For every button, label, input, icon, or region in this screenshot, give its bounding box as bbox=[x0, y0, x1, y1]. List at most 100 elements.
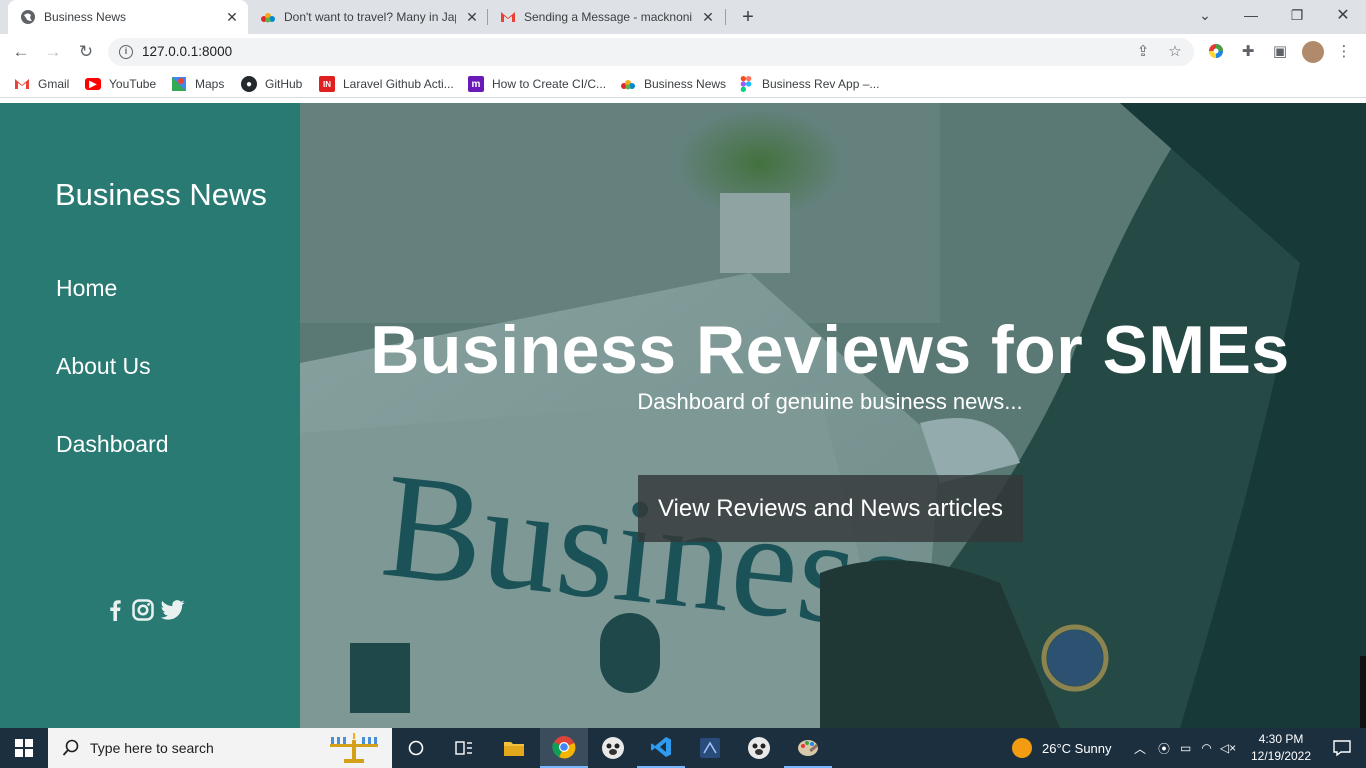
hero-title: Business Reviews for SMEs bbox=[370, 312, 1290, 388]
globe-icon bbox=[20, 9, 36, 25]
clock-date: 12/19/2022 bbox=[1250, 749, 1312, 763]
back-button[interactable]: ← bbox=[8, 39, 34, 65]
close-tab-icon[interactable]: ✕ bbox=[700, 9, 716, 25]
clock-time: 4:30 PM bbox=[1258, 732, 1304, 746]
tab-title: Sending a Message - macknonin bbox=[524, 10, 692, 24]
figma-icon bbox=[738, 76, 754, 92]
restore-button[interactable]: ❐ bbox=[1274, 0, 1320, 30]
instagram-icon[interactable] bbox=[130, 597, 156, 623]
site-info-icon[interactable]: i bbox=[119, 45, 133, 59]
hero-subtitle: Dashboard of genuine business news... bbox=[637, 389, 1023, 414]
battery-icon[interactable]: ▭ bbox=[1180, 741, 1191, 755]
terminal-app-icon[interactable] bbox=[686, 728, 734, 768]
weather-widget[interactable]: 26°C Sunny bbox=[1012, 728, 1112, 768]
tab-title: Don't want to travel? Many in Jap bbox=[284, 10, 456, 24]
nav-home-link[interactable]: Home bbox=[56, 275, 117, 302]
paint-app-icon[interactable] bbox=[784, 728, 832, 768]
chrome-taskbar-icon[interactable] bbox=[540, 728, 588, 768]
bookmark-label: YouTube bbox=[109, 77, 157, 91]
wifi-icon[interactable]: ◠ bbox=[1201, 741, 1211, 755]
page-scrollbar[interactable] bbox=[1360, 656, 1366, 728]
gmail-icon bbox=[500, 9, 516, 25]
maps-icon bbox=[171, 76, 187, 92]
vscode-icon[interactable] bbox=[637, 728, 685, 768]
notifications-icon[interactable] bbox=[1318, 728, 1366, 768]
laravel-icon: IN bbox=[319, 76, 335, 92]
search-placeholder: Type here to search bbox=[90, 740, 214, 756]
sidebar: Business News Home About Us Dashboard bbox=[0, 103, 300, 728]
bookmark-gmail[interactable]: Gmail bbox=[14, 75, 69, 93]
tab-business-news[interactable]: Business News ✕ bbox=[8, 0, 248, 34]
hero-section: Business Business Reviews for SMEs Dashb… bbox=[300, 103, 1366, 728]
github-icon: ● bbox=[241, 76, 257, 92]
bookmark-business-news[interactable]: Business News bbox=[620, 75, 726, 93]
search-icon bbox=[62, 739, 80, 757]
tab-separator bbox=[725, 9, 726, 25]
extensions-puzzle-icon[interactable]: ✚ bbox=[1239, 43, 1257, 61]
bookmark-maps[interactable]: Maps bbox=[171, 75, 224, 93]
meet-now-icon[interactable]: ⦿ bbox=[1158, 740, 1170, 757]
nav-about-link[interactable]: About Us bbox=[56, 353, 151, 380]
profile-avatar[interactable] bbox=[1302, 41, 1324, 63]
bookmark-label: How to Create CI/C... bbox=[492, 77, 607, 91]
nbc-icon bbox=[620, 76, 636, 92]
tab-gmail-message[interactable]: Sending a Message - macknonin ✕ bbox=[488, 0, 724, 34]
tray-overflow-chevron-icon[interactable]: ︿ bbox=[1134, 740, 1146, 757]
windows-taskbar: Type here to search 26°C Sunny ︿ ⦿ ▭ ◠ ◁… bbox=[0, 728, 1366, 768]
bookmark-label: Business Rev App –... bbox=[762, 77, 880, 91]
browser-tabstrip: Business News ✕ Don't want to travel? Ma… bbox=[0, 0, 1366, 34]
bookmark-github[interactable]: ● GitHub bbox=[241, 75, 302, 93]
bookmark-label: Business News bbox=[644, 77, 727, 91]
tab-japan-article[interactable]: Don't want to travel? Many in Jap ✕ bbox=[248, 0, 488, 34]
browser-toolbar: ← → ↻ i 127.0.0.1:8000 ⇪ ☆ ✚ ▣ ⋮ bbox=[0, 34, 1366, 70]
close-tab-icon[interactable]: ✕ bbox=[464, 9, 480, 25]
system-tray: ︿ ⦿ ▭ ◠ ◁× bbox=[1134, 728, 1236, 768]
weather-text: 26°C Sunny bbox=[1042, 740, 1112, 756]
address-bar[interactable]: i 127.0.0.1:8000 ⇪ ☆ bbox=[108, 38, 1194, 66]
cortana-icon[interactable] bbox=[392, 728, 440, 768]
reload-button[interactable]: ↻ bbox=[73, 39, 99, 65]
view-reviews-button[interactable]: View Reviews and News articles bbox=[638, 475, 1023, 542]
twitter-icon[interactable] bbox=[160, 597, 186, 623]
nav-dashboard-link[interactable]: Dashboard bbox=[56, 431, 169, 458]
volume-muted-icon[interactable]: ◁× bbox=[1220, 741, 1236, 755]
bookmark-label: GitHub bbox=[265, 77, 303, 91]
forward-button[interactable]: → bbox=[40, 39, 66, 65]
sun-icon bbox=[1012, 738, 1032, 758]
close-tab-icon[interactable]: ✕ bbox=[224, 9, 240, 25]
file-explorer-icon[interactable] bbox=[490, 728, 538, 768]
pug-app-icon-2[interactable] bbox=[735, 728, 783, 768]
bookmark-star-icon[interactable]: ☆ bbox=[1166, 43, 1184, 61]
task-view-icon[interactable] bbox=[440, 728, 488, 768]
browser-menu-icon[interactable]: ⋮ bbox=[1335, 43, 1353, 61]
share-icon[interactable]: ⇪ bbox=[1134, 43, 1152, 61]
bookmark-label: Maps bbox=[195, 77, 225, 91]
new-tab-button[interactable]: + bbox=[737, 7, 759, 29]
tab-title: Business News bbox=[44, 10, 127, 24]
url-text: 127.0.0.1:8000 bbox=[142, 44, 233, 59]
bookmark-youtube[interactable]: ▶ YouTube bbox=[85, 75, 156, 93]
pug-app-icon[interactable] bbox=[589, 728, 637, 768]
bookmarks-bar: Gmail ▶ YouTube Maps ● GitHub IN Laravel… bbox=[0, 70, 1366, 98]
color-extension-icon[interactable] bbox=[1207, 43, 1225, 61]
menorah-icon bbox=[324, 732, 384, 764]
page-content: Business News Home About Us Dashboard Bu… bbox=[0, 103, 1366, 728]
gmail-icon bbox=[14, 76, 30, 92]
bookmark-label: Gmail bbox=[38, 77, 70, 91]
brand-title[interactable]: Business News bbox=[55, 177, 267, 213]
hero-overlay bbox=[300, 103, 1366, 728]
bookmark-laravel[interactable]: IN Laravel Github Acti... bbox=[319, 75, 454, 93]
close-window-button[interactable]: ✕ bbox=[1320, 0, 1366, 30]
bookmark-business-rev-app[interactable]: Business Rev App –... bbox=[738, 75, 879, 93]
minimize-button[interactable]: — bbox=[1228, 0, 1274, 30]
tab-search-icon[interactable]: ⌄ bbox=[1182, 0, 1228, 30]
m-icon: m bbox=[468, 76, 484, 92]
taskbar-search-box[interactable]: Type here to search bbox=[48, 728, 392, 768]
windows-start-icon[interactable] bbox=[0, 728, 48, 768]
bookmark-ci-cd[interactable]: m How to Create CI/C... bbox=[468, 75, 606, 93]
youtube-icon: ▶ bbox=[85, 78, 101, 90]
taskbar-clock[interactable]: 4:30 PM 12/19/2022 bbox=[1248, 731, 1314, 765]
nbc-icon bbox=[260, 9, 276, 25]
side-panel-icon[interactable]: ▣ bbox=[1271, 43, 1289, 61]
facebook-icon[interactable] bbox=[102, 597, 128, 623]
